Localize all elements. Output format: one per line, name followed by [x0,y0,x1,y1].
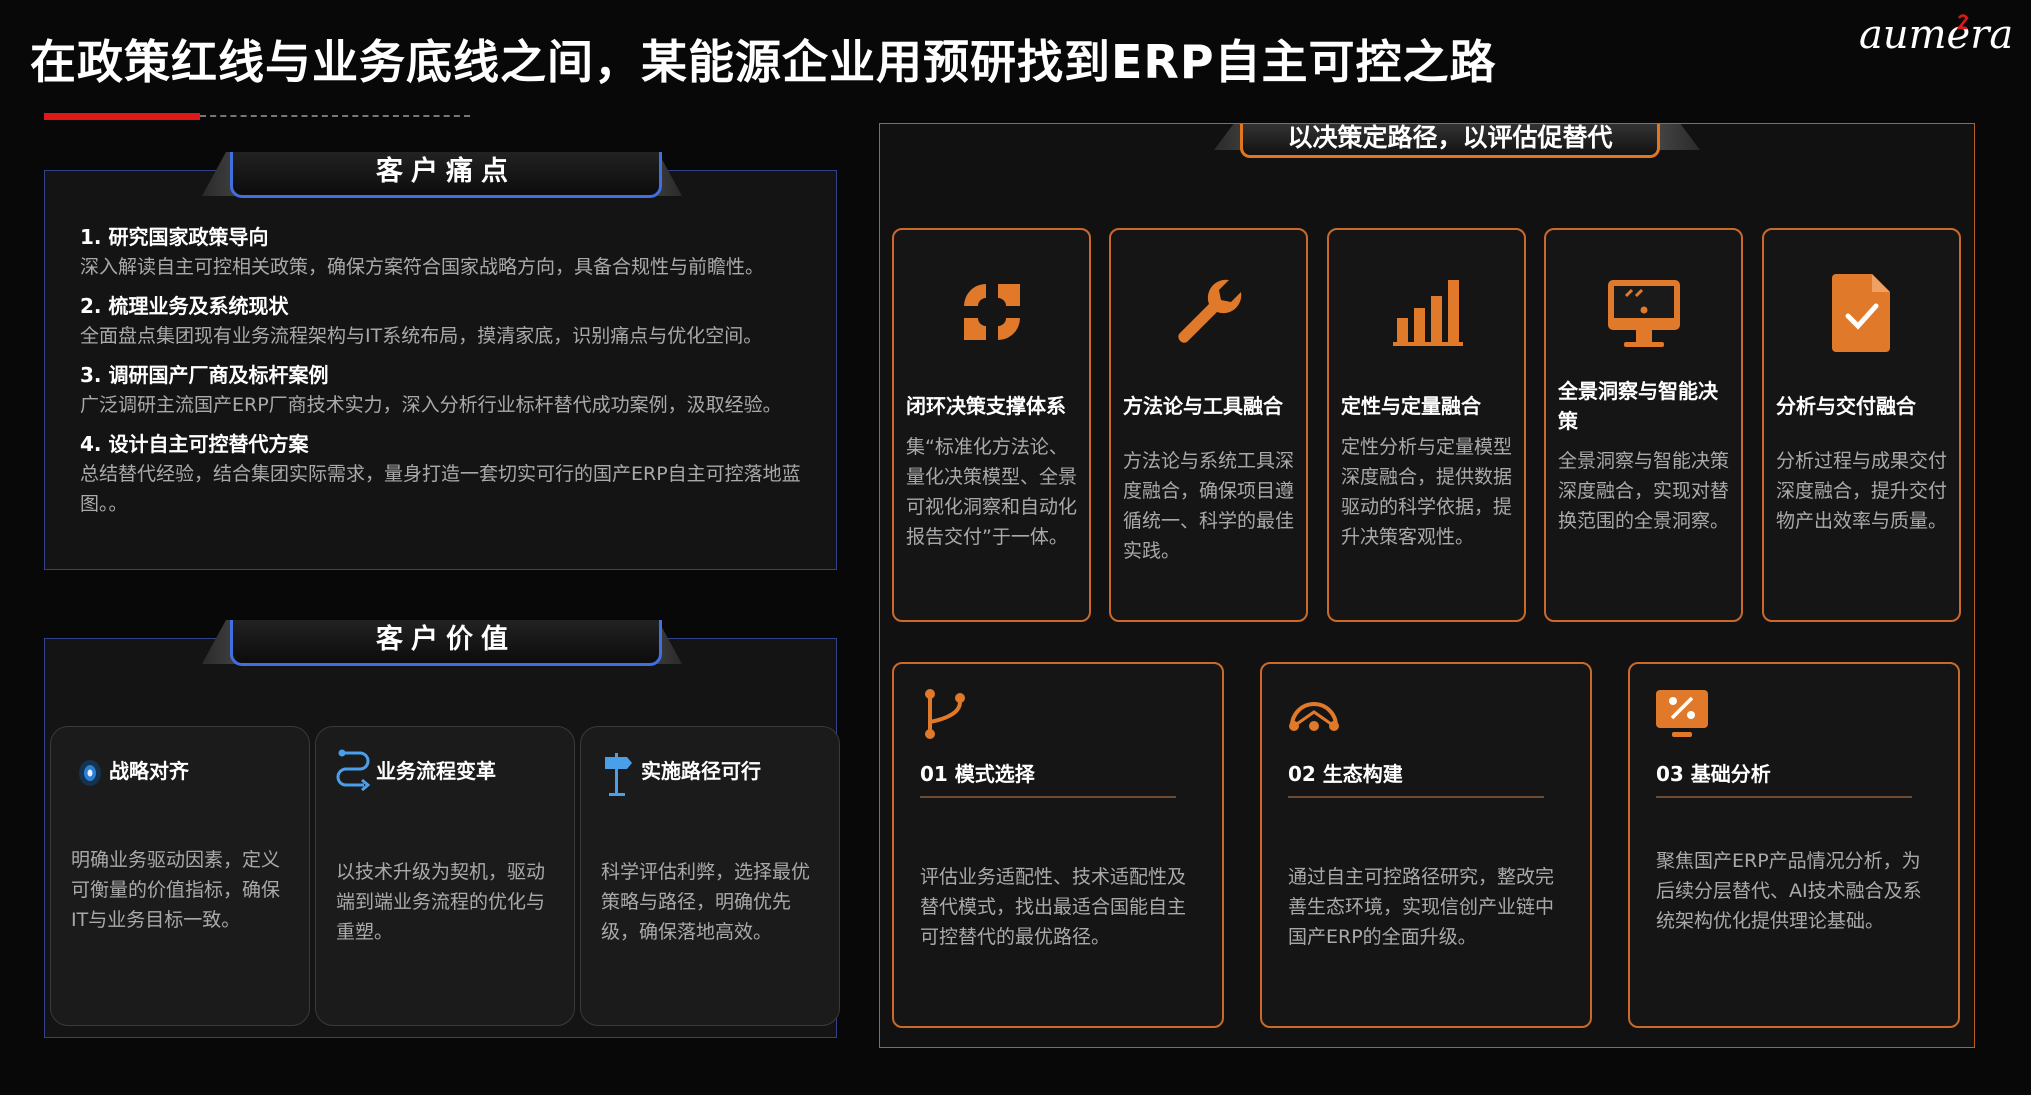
step-card-desc: 通过自主可控路径研究，整改完善生态环境，实现信创产业链中国产ERP的全面升级。 [1288,866,1555,948]
feature-card-title: 方法论与工具融合 [1123,394,1283,418]
feature-card-title: 闭环决策支撑体系 [906,394,1066,418]
signpost-icon [605,753,632,796]
feature-card-title: 全景洞察与智能决策 [1558,379,1718,433]
bar-chart-icon [1392,280,1463,346]
analysis-icon [1656,690,1708,737]
pain-item-desc: 全面盘点集团现有业务流程架构与IT系统布局，摸清家底，识别痛点与优化空间。 [80,325,763,347]
document-check-icon [1831,274,1890,352]
step-card-divider [1656,796,1912,798]
pain-points-tab: 客户痛点 [230,152,662,198]
pain-item-desc: 总结替代经验，结合集团实际需求，量身打造一套切实可行的国产ERP自主可控落地蓝图… [80,463,801,515]
loop-icon [963,284,1020,340]
feature-card-panorama: 全景洞察与智能决策 全景洞察与智能决策深度融合，实现对替换范围的全景洞察。 [1544,228,1743,622]
customer-value-tab: 客户价值 [230,620,662,666]
pain-item-heading: 2. 梳理业务及系统现状 [80,294,289,318]
pain-item-desc: 广泛调研主流国产ERP厂商技术实力，深入分析行业标杆替代成功案例，汲取经验。 [80,394,782,416]
brand-logo-icon: aumera [1859,12,2013,58]
pain-item: 3. 调研国产厂商及标杆案例 广泛调研主流国产ERP厂商技术实力，深入分析行业标… [80,360,820,420]
pain-item: 2. 梳理业务及系统现状 全面盘点集团现有业务流程架构与IT系统布局，摸清家底，… [80,291,820,351]
pain-item-desc: 深入解读自主可控相关政策，确保方案符合国家战略方向，具备合规性与前瞻性。 [80,256,765,278]
step-card-foundation-analysis: 03 基础分析 聚焦国产ERP产品情况分析，为后续分层替代、AI技术融合及系统架… [1628,662,1960,1028]
feature-card-title: 分析与交付融合 [1776,394,1916,418]
feature-card-desc: 方法论与系统工具深度融合，确保项目遵循统一、科学的最佳实践。 [1123,450,1295,562]
svg-text:aumera: aumera [1859,12,2013,58]
feature-card-title: 定性与定量融合 [1341,394,1481,418]
pain-item: 1. 研究国家政策导向 深入解读自主可控相关政策，确保方案符合国家战略方向，具备… [80,222,820,282]
step-card-title: 01 模式选择 [920,762,1035,786]
flow-icon [336,749,370,792]
step-card-divider [920,796,1176,798]
branch-icon [925,689,965,739]
feature-card-qualitative-quantitative: 定性与定量融合 定性分析与定量模型深度融合，提供数据驱动的科学依据，提升决策客观… [1327,228,1526,622]
pain-item: 4. 设计自主可控替代方案 总结替代经验，结合集团实际需求，量身打造一套切实可行… [80,429,820,519]
feature-card-desc: 定性分析与定量模型深度融合，提供数据驱动的科学依据，提升决策客观性。 [1341,436,1513,548]
value-card-strategy: 战略对齐 明确业务驱动因素，定义可衡量的价值指标，确保IT与业务目标一致。 [50,726,310,1026]
step-card-desc: 评估业务适配性、技术适配性及替代模式，找出最适合国能自主可控替代的最优路径。 [920,866,1187,948]
title-underline-red [44,113,200,120]
wrench-icon [1177,279,1241,343]
feature-card-desc: 集“标准化方法论、量化决策模型、全景可视化洞察和自动化报告交付”于一体。 [906,436,1078,548]
title-underline-dashed [200,115,470,117]
value-card-desc: 明确业务驱动因素，定义可衡量的价值指标，确保IT与业务目标一致。 [71,849,281,931]
page-title: 在政策红线与业务底线之间，某能源企业用预研找到ERP自主可控之路 [30,35,1497,89]
pain-item-heading: 4. 设计自主可控替代方案 [80,432,309,456]
feature-card-closed-loop: 闭环决策支撑体系 集“标准化方法论、量化决策模型、全景可视化洞察和自动化报告交付… [892,228,1091,622]
monitor-icon [1607,280,1680,347]
decision-path-tab: 以决策定路径，以评估促替代 [1240,124,1660,158]
step-card-divider [1288,796,1544,798]
value-card-desc: 以技术升级为契机，驱动端到端业务流程的优化与重塑。 [336,861,546,943]
feature-card-delivery: 分析与交付融合 分析过程与成果交付深度融合，提升交付物产出效率与质量。 [1762,228,1961,622]
pain-item-heading: 3. 调研国产厂商及标杆案例 [80,363,329,387]
feature-card-methodology: 方法论与工具融合 方法论与系统工具深度融合，确保项目遵循统一、科学的最佳实践。 [1109,228,1308,622]
feature-card-desc: 全景洞察与智能决策深度融合，实现对替换范围的全景洞察。 [1558,450,1730,532]
value-card-implementation: 实施路径可行 科学评估利弊，选择最优策略与路径，明确优先级，确保落地高效。 [580,726,840,1026]
value-card-desc: 科学评估利弊，选择最优策略与路径，明确优先级，确保落地高效。 [601,861,811,943]
feature-card-desc: 分析过程与成果交付深度融合，提升交付物产出效率与质量。 [1776,450,1948,532]
step-card-ecosystem: 02 生态构建 通过自主可控路径研究，整改完善生态环境，实现信创产业链中国产ER… [1260,662,1592,1028]
value-card-title: 战略对齐 [109,759,189,783]
step-card-title: 03 基础分析 [1656,762,1771,786]
value-card-title: 业务流程变革 [376,759,496,783]
pain-item-heading: 1. 研究国家政策导向 [80,225,269,249]
value-card-process: 业务流程变革 以技术升级为契机，驱动端到端业务流程的优化与重塑。 [315,726,575,1026]
value-card-title: 实施路径可行 [641,759,761,783]
step-card-title: 02 生态构建 [1288,762,1403,786]
pain-points-list: 1. 研究国家政策导向 深入解读自主可控相关政策，确保方案符合国家战略方向，具备… [80,222,820,528]
step-card-desc: 聚焦国产ERP产品情况分析，为后续分层替代、AI技术融合及系统架构优化提供理论基… [1656,850,1922,932]
target-icon [79,760,101,786]
step-card-mode-selection: 01 模式选择 评估业务适配性、技术适配性及替代模式，找出最适合国能自主可控替代… [892,662,1224,1028]
ecosystem-icon [1289,702,1339,731]
